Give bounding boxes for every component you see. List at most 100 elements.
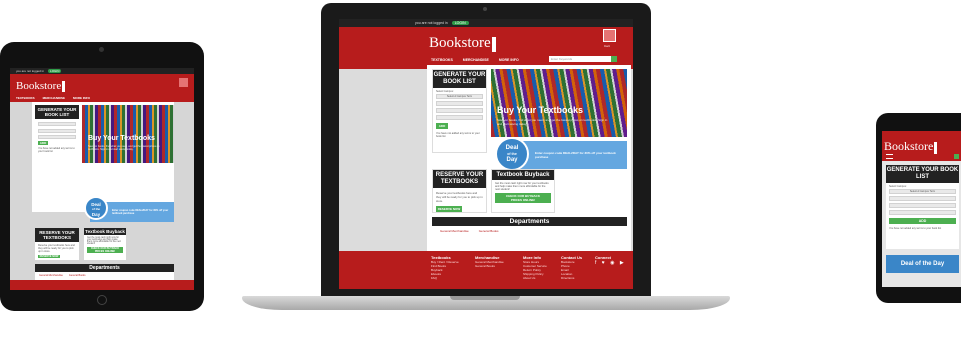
nav-textbooks[interactable]: TEXTBOOKS bbox=[431, 58, 453, 62]
section-field[interactable] bbox=[436, 115, 483, 120]
search-icon[interactable] bbox=[611, 56, 617, 62]
footer-link[interactable]: About Us bbox=[523, 276, 547, 280]
departments-section: Departments General Merchandise General … bbox=[432, 217, 627, 237]
footer-col-merch: Merchandise General Merchandise General … bbox=[475, 255, 504, 268]
nav-more-info[interactable]: MORE INFO bbox=[499, 58, 519, 62]
footer-col-connect: Connect f ♥ ◉ ▶ bbox=[595, 255, 626, 266]
course-field[interactable] bbox=[889, 203, 956, 208]
dept-general-merch[interactable]: General Merchandise bbox=[39, 274, 63, 277]
deal-banner: Deal of the Day Enter coupon code DEAL2DAY… bbox=[84, 196, 174, 222]
deal-badge[interactable]: Deal of the Day bbox=[495, 137, 529, 171]
add-button[interactable]: ADD bbox=[889, 218, 956, 224]
tablet-footer bbox=[10, 280, 194, 290]
login-status: you are not logged in bbox=[415, 21, 448, 25]
footer-col-more: More Info Store Hours Customer Service R… bbox=[523, 255, 547, 280]
site-logo[interactable]: Bookstore bbox=[16, 80, 66, 92]
dept-general-merch[interactable]: General Merchandise bbox=[440, 229, 469, 233]
search-icon[interactable] bbox=[954, 154, 959, 159]
phone-device: Bookstore GENERATE YOUR BOOK LIST Select … bbox=[876, 113, 961, 303]
booklist-title: GENERATE YOUR BOOK LIST bbox=[433, 70, 486, 88]
laptop-camera bbox=[483, 7, 487, 11]
buyback-text: Get the most cash right now for your tex… bbox=[87, 237, 121, 245]
site-logo[interactable]: Bookstore bbox=[884, 139, 938, 154]
buyback-button[interactable]: CHECK OUR BUYBACK PRICES ONLINE! bbox=[495, 193, 551, 203]
booklist-note: You have not added any terms to your boo… bbox=[889, 227, 942, 230]
buyback-title: Textbook Buyback bbox=[492, 170, 554, 180]
laptop-notch bbox=[450, 296, 520, 300]
tablet-device: you are not logged in LOGIN Bookstore TE… bbox=[0, 42, 204, 311]
select-label: Select Campus: bbox=[436, 90, 454, 93]
reserve-title: RESERVE YOUR TEXTBOOKS bbox=[35, 228, 79, 242]
departments-title: Departments bbox=[35, 264, 174, 272]
course-field[interactable] bbox=[38, 135, 76, 139]
search-box[interactable]: Enter Keywords bbox=[549, 56, 611, 62]
departments-section: Departments General Merchandise General … bbox=[35, 264, 174, 280]
books-image bbox=[491, 69, 627, 137]
departments-title: Departments bbox=[432, 217, 627, 226]
login-button[interactable]: LOGIN bbox=[48, 69, 62, 73]
add-button[interactable]: ADD bbox=[436, 123, 448, 129]
buyback-text: Get the most cash right now for your tex… bbox=[495, 182, 549, 191]
dept-general-books[interactable]: General Books bbox=[69, 274, 86, 277]
campus-select[interactable]: Select A Campus Term bbox=[889, 189, 956, 194]
login-button[interactable]: LOGIN bbox=[451, 21, 469, 25]
reserve-card: RESERVE YOUR TEXTBOOKS Reserve your textb… bbox=[35, 228, 79, 260]
nav-merchandise[interactable]: MERCHANDISE bbox=[43, 96, 65, 100]
dept-general-books[interactable]: General Books bbox=[479, 229, 499, 233]
hero-banner: Buy Your Textbooks Save on books, find w… bbox=[82, 105, 174, 163]
reserve-button[interactable]: RESERVE NOW bbox=[38, 255, 60, 258]
reserve-title: RESERVE YOUR TEXTBOOKS bbox=[433, 170, 486, 188]
hero-title: Buy Your Textbooks bbox=[497, 105, 584, 115]
deal-text: Enter coupon code DEAL2DAY for 30% off y… bbox=[112, 209, 169, 215]
tablet-header: Bookstore TEXTBOOKS MERCHANDISE MORE INF… bbox=[10, 74, 194, 102]
buyback-card: Textbook Buyback Get the most cash right… bbox=[84, 228, 126, 260]
buyback-title: Textbook Buyback bbox=[84, 228, 126, 235]
tablet-nav: TEXTBOOKS MERCHANDISE MORE INFO bbox=[16, 96, 90, 100]
social-icons[interactable]: f ♥ ◉ ▶ bbox=[595, 260, 626, 266]
tablet-camera bbox=[99, 47, 104, 52]
reserve-button[interactable]: RESERVE NOW bbox=[436, 206, 462, 212]
footer-col-textbooks: Textbooks Buy / Rent / Reserve Find Book… bbox=[431, 255, 459, 280]
booklist-card: GENERATE YOUR BOOK LIST Select Campus: Se… bbox=[886, 165, 959, 249]
tablet-home-button[interactable] bbox=[97, 295, 107, 305]
section-field[interactable] bbox=[889, 210, 956, 215]
device-showcase: you are not logged in LOGIN Bookstore TE… bbox=[0, 0, 961, 343]
buyback-button[interactable]: CHECK OUR BUYBACK PRICES ONLINE! bbox=[87, 247, 123, 253]
phone-screen: Bookstore GENERATE YOUR BOOK LIST Select … bbox=[882, 131, 961, 287]
reserve-text: Reserve your textbooks here and they wil… bbox=[38, 244, 75, 253]
deal-banner: Deal of the Day Enter coupon code DEAL2DAY… bbox=[495, 137, 627, 171]
nav-textbooks[interactable]: TEXTBOOKS bbox=[16, 96, 35, 100]
term-field[interactable] bbox=[889, 196, 956, 201]
term-field[interactable] bbox=[38, 129, 76, 133]
deal-banner[interactable]: Deal of the Day bbox=[886, 255, 959, 273]
select-label: Select Campus: bbox=[889, 185, 907, 188]
campus-select[interactable]: Select A Campus Term bbox=[436, 94, 483, 99]
nav-merchandise[interactable]: MERCHANDISE bbox=[463, 58, 489, 62]
cart-icon[interactable] bbox=[179, 78, 188, 87]
reserve-text: Reserve your textbooks here and they wil… bbox=[436, 191, 483, 203]
deal-badge[interactable]: Deal of the Day bbox=[84, 196, 108, 220]
site-logo[interactable]: Bookstore bbox=[429, 35, 496, 52]
booklist-note: You have not added any terms to your boo… bbox=[38, 147, 75, 153]
hero-banner: Buy Your Textbooks Save on books, find w… bbox=[491, 69, 627, 137]
laptop-screen: you are not logged in LOGIN Bookstore Ca… bbox=[339, 19, 633, 289]
reserve-card: RESERVE YOUR TEXTBOOKS Reserve your textb… bbox=[432, 169, 487, 213]
cart-label[interactable]: Cart bbox=[604, 44, 610, 48]
buyback-card: Textbook Buyback Get the most cash right… bbox=[491, 169, 555, 213]
hero-title: Buy Your Textbooks bbox=[88, 135, 155, 142]
books-image bbox=[82, 105, 174, 163]
course-field[interactable] bbox=[436, 108, 483, 113]
login-status: you are not logged in bbox=[16, 69, 45, 73]
tablet-screen: you are not logged in LOGIN Bookstore TE… bbox=[10, 68, 194, 290]
nav-more-info[interactable]: MORE INFO bbox=[73, 96, 90, 100]
booklist-title: GENERATE YOUR BOOK LIST bbox=[35, 105, 79, 119]
campus-select[interactable] bbox=[38, 122, 76, 126]
laptop-lid: you are not logged in LOGIN Bookstore Ca… bbox=[321, 3, 651, 297]
footer-link[interactable]: FAQ bbox=[431, 276, 459, 280]
footer-link[interactable]: General Books bbox=[475, 264, 504, 268]
cart-icon[interactable] bbox=[603, 29, 616, 42]
menu-icon[interactable] bbox=[886, 154, 893, 159]
term-field[interactable] bbox=[436, 101, 483, 106]
add-button[interactable]: ADD bbox=[38, 141, 48, 145]
footer-link[interactable]: Directions bbox=[561, 276, 582, 280]
